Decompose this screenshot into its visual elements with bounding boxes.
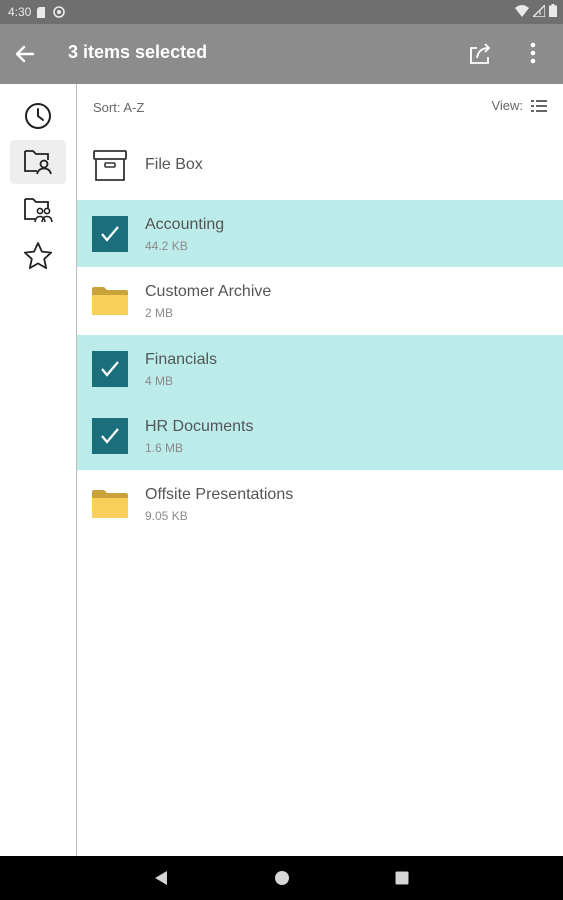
item-size: 1.6 MB <box>145 441 184 455</box>
status-time: 4:30 <box>8 5 32 19</box>
rail-item-recent[interactable] <box>10 94 66 138</box>
personal-folder-icon <box>24 150 52 175</box>
list-item-offsite-presentations[interactable]: Offsite Presentations 9.05 KB <box>77 470 563 538</box>
share-icon <box>470 43 491 64</box>
nav-back-button[interactable] <box>151 868 171 888</box>
archive-box-icon <box>91 147 129 185</box>
view-toggle-button[interactable]: View: <box>491 98 547 113</box>
list-item-accounting[interactable]: Accounting 44.2 KB <box>77 199 563 267</box>
list-item-file-box[interactable]: File Box <box>77 132 563 200</box>
nav-recents-button[interactable] <box>392 868 412 888</box>
view-label: View: <box>491 98 523 113</box>
star-icon <box>23 242 53 269</box>
more-options-button[interactable] <box>521 40 545 66</box>
selected-checkbox[interactable] <box>91 417 129 455</box>
signal-icon <box>531 2 546 20</box>
battery-icon <box>549 4 557 20</box>
back-button[interactable] <box>12 41 38 67</box>
list-item-financials[interactable]: Financials 4 MB <box>77 334 563 402</box>
rail-item-my-files[interactable] <box>10 140 66 184</box>
selected-checkbox[interactable] <box>91 215 129 253</box>
item-size: 44.2 KB <box>145 238 188 253</box>
selected-checkbox[interactable] <box>91 350 129 388</box>
list-item-hr-documents[interactable]: HR Documents 1.6 MB <box>77 402 563 470</box>
folder-icon <box>91 282 129 320</box>
main-content: Sort: A-Z View: File Box Accounting 44.2… <box>77 84 563 856</box>
clock-icon <box>25 103 51 129</box>
item-name: Accounting <box>145 215 225 233</box>
rail-item-shared[interactable] <box>10 188 66 232</box>
sync-icon <box>53 6 66 18</box>
circle-home-icon <box>275 871 289 885</box>
item-size: 9.05 KB <box>145 508 188 523</box>
file-list: File Box Accounting 44.2 KB Customer Arc… <box>77 132 563 537</box>
check-icon <box>101 225 119 242</box>
sort-bar: Sort: A-Z View: <box>77 84 563 132</box>
item-name: HR Documents <box>145 418 254 435</box>
more-vert-icon <box>530 42 536 64</box>
item-name: Offsite Presentations <box>145 485 294 503</box>
wifi-icon <box>515 4 529 20</box>
item-size: 2 MB <box>145 306 174 320</box>
square-recents-icon <box>395 871 409 885</box>
folder-icon <box>91 485 129 523</box>
check-icon <box>101 360 119 377</box>
sd-card-icon <box>37 6 47 18</box>
rail-item-favorites[interactable] <box>10 234 66 278</box>
shared-folder-icon <box>24 198 53 223</box>
triangle-back-icon <box>155 871 167 885</box>
app-bar: 3 items selected <box>0 24 563 84</box>
item-name: File Box <box>145 156 203 173</box>
share-button[interactable] <box>467 40 493 66</box>
item-size: 4 MB <box>145 373 174 388</box>
status-bar: 4:30 <box>0 0 563 24</box>
system-nav-bar <box>0 856 563 900</box>
arrow-left-icon <box>15 45 35 63</box>
list-view-icon <box>531 99 547 112</box>
selection-title: 3 items selected <box>68 42 208 62</box>
list-item-customer-archive[interactable]: Customer Archive 2 MB <box>77 267 563 335</box>
nav-home-button[interactable] <box>272 868 292 888</box>
check-icon <box>101 428 119 444</box>
item-name: Financials <box>145 350 218 368</box>
item-name: Customer Archive <box>145 283 272 300</box>
sort-button[interactable]: Sort: A-Z <box>93 100 144 115</box>
side-rail <box>0 84 77 856</box>
